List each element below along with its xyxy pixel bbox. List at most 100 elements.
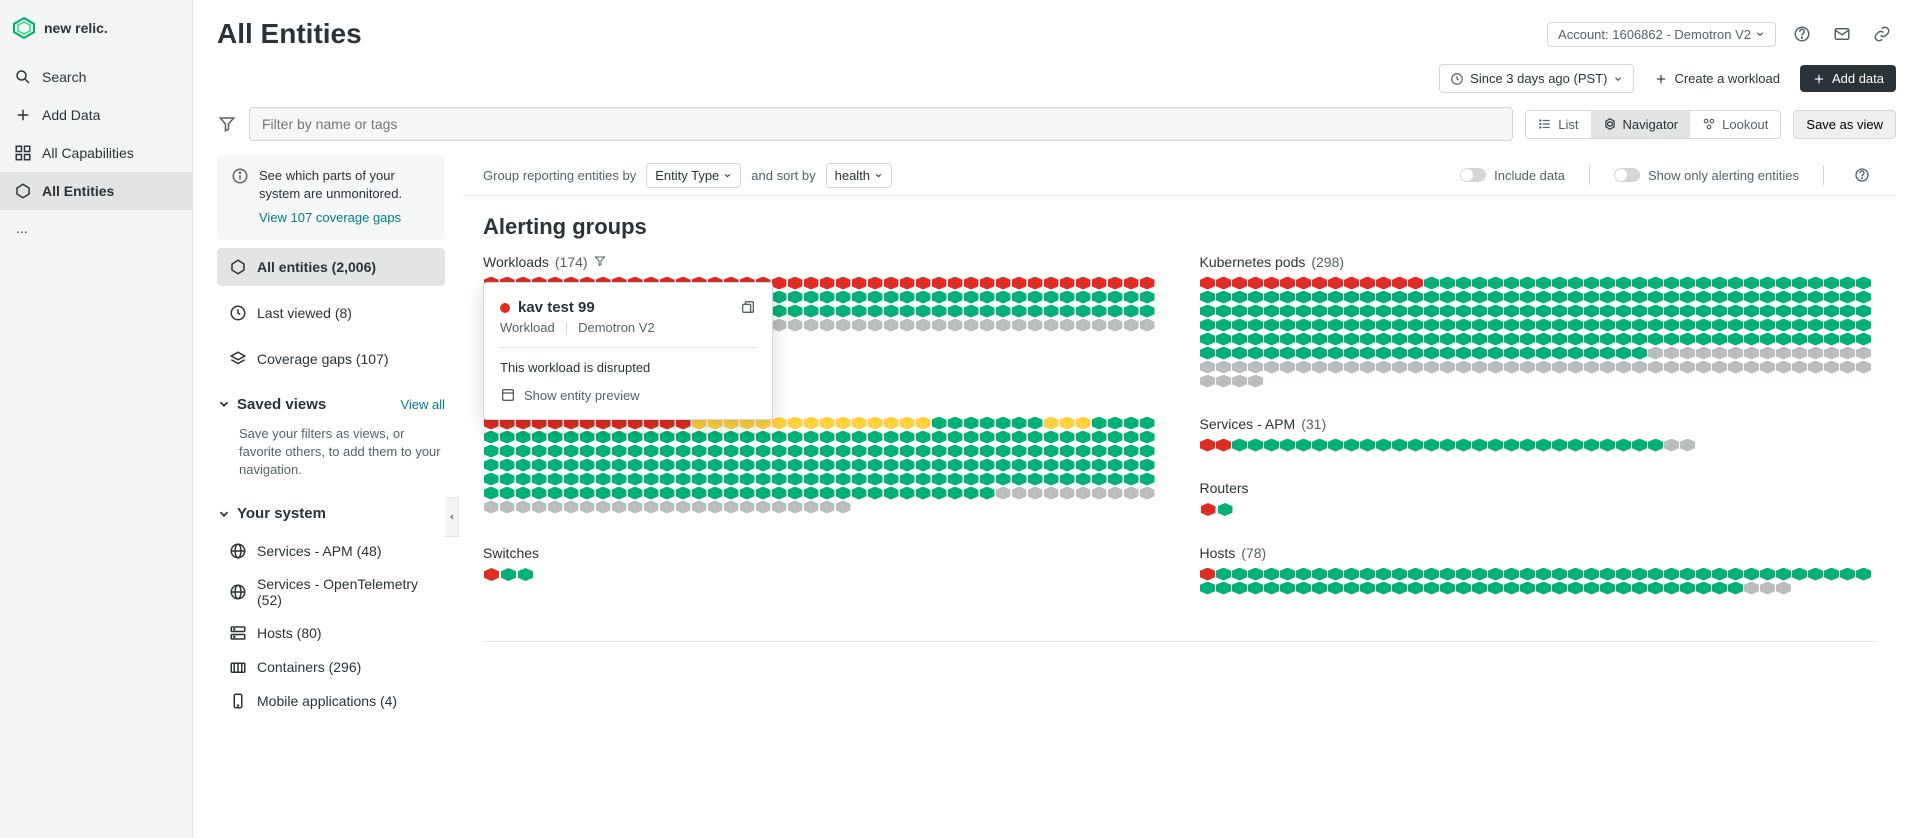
view-switch: List Navigator Lookout	[1525, 110, 1781, 139]
last-viewed-item[interactable]: Last viewed (8)	[217, 294, 445, 332]
topbar: All Entities Account: 1606862 - Demotron…	[193, 0, 1920, 62]
tooltip-scope: Demotron V2	[578, 320, 655, 335]
view-navigator[interactable]: Navigator	[1591, 111, 1691, 138]
lookout-icon	[1702, 117, 1716, 131]
hex-grid[interactable]	[1200, 567, 1877, 595]
divider	[1589, 165, 1590, 185]
right-column: Services - APM (31) Routers	[1200, 416, 1877, 517]
sidebar: new relic. Search Add Data All Capabilit…	[0, 0, 193, 838]
tooltip-sub: Workload | Demotron V2	[500, 320, 756, 335]
sys-containers[interactable]: Containers (296)	[217, 650, 445, 684]
status-dot	[500, 303, 510, 313]
divider	[1823, 165, 1824, 185]
hex-grid[interactable]	[1200, 502, 1877, 517]
filter-input[interactable]	[249, 107, 1513, 141]
sys-hosts[interactable]: Hosts (80)	[217, 616, 445, 650]
sidebar-all-entities[interactable]: All Entities	[0, 172, 192, 210]
time-range[interactable]: Since 3 days ago (PST)	[1439, 64, 1634, 93]
all-entities-item[interactable]: All entities (2,006)	[217, 248, 445, 286]
inbox-button[interactable]	[1828, 20, 1856, 48]
logo[interactable]: new relic.	[0, 10, 192, 58]
share-button[interactable]	[1868, 20, 1896, 48]
section-title: Saved views	[237, 396, 326, 413]
create-workload[interactable]: Create a workload	[1646, 65, 1788, 92]
sidebar-add-data[interactable]: Add Data	[0, 96, 192, 134]
server-icon	[229, 624, 247, 642]
groupbar-help[interactable]	[1848, 161, 1876, 189]
saved-views-header[interactable]: Saved views View all	[217, 386, 445, 417]
groupbar: Group reporting entities by Entity Type …	[463, 155, 1896, 196]
stack-icon	[229, 350, 247, 368]
main: All Entities Account: 1606862 - Demotron…	[193, 0, 1920, 838]
help-icon	[1854, 167, 1870, 183]
group-name: Routers	[1200, 480, 1249, 496]
sys-otel[interactable]: Services - OpenTelemetry (52)	[217, 568, 445, 616]
hex-grid[interactable]	[483, 567, 1160, 582]
create-label: Create a workload	[1674, 71, 1780, 86]
copy-button[interactable]	[740, 299, 756, 315]
view-all-link[interactable]: View all	[400, 397, 445, 412]
chevron-down-icon	[217, 397, 231, 411]
sys-mobile[interactable]: Mobile applications (4)	[217, 684, 445, 718]
group-filter[interactable]	[594, 255, 608, 269]
group-kpods: Kubernetes pods (298)	[1200, 254, 1877, 388]
sidebar-all-capabilities[interactable]: All Capabilities	[0, 134, 192, 172]
sidebar-search[interactable]: Search	[0, 58, 192, 96]
include-data-toggle[interactable]: Include data	[1460, 168, 1565, 183]
right-panel: Group reporting entities by Entity Type …	[463, 155, 1896, 814]
group-count: (298)	[1311, 254, 1344, 270]
divider	[483, 641, 1876, 642]
details-icon	[500, 387, 516, 403]
tooltip-title: kav test 99	[518, 299, 595, 316]
save-view-button[interactable]: Save as view	[1793, 110, 1896, 139]
plus-icon	[14, 106, 32, 124]
tooltip-type: Workload	[500, 320, 555, 335]
health-select[interactable]: health	[826, 163, 892, 188]
filter-button[interactable]	[217, 114, 237, 134]
sys-apm[interactable]: Services - APM (48)	[217, 534, 445, 568]
show-preview[interactable]: Show entity preview	[500, 387, 756, 403]
account-switcher[interactable]: Account: 1606862 - Demotron V2	[1547, 22, 1776, 47]
toggle-track	[1460, 168, 1486, 182]
group-name: Kubernetes pods	[1200, 254, 1306, 270]
your-system-list: Services - APM (48) Services - OpenTelem…	[217, 534, 445, 718]
view-list[interactable]: List	[1526, 111, 1590, 138]
collapse-panel[interactable]	[445, 497, 459, 537]
group-otel	[483, 416, 1160, 517]
chevron-down-icon	[1613, 74, 1623, 84]
item-label: Services - OpenTelemetry (52)	[257, 576, 433, 608]
entity-type-select[interactable]: Entity Type	[646, 163, 741, 188]
pill-label: Entity Type	[655, 168, 719, 183]
coverage-link[interactable]: View 107 coverage gaps	[259, 209, 431, 227]
view-lookout[interactable]: Lookout	[1690, 111, 1780, 138]
item-label: All entities (2,006)	[257, 259, 376, 275]
toggle-track	[1614, 168, 1640, 182]
help-button[interactable]	[1788, 20, 1816, 48]
top-actions: Account: 1606862 - Demotron V2	[1547, 20, 1896, 48]
your-system-header[interactable]: Your system	[217, 495, 445, 526]
tooltip-msg: This workload is disrupted	[500, 360, 756, 375]
left-panel: See which parts of your system are unmon…	[217, 155, 445, 718]
add-data-button[interactable]: Add data	[1800, 65, 1896, 92]
chevron-down-icon	[217, 507, 231, 521]
hex-grid[interactable]	[1200, 438, 1877, 452]
globe-icon	[229, 542, 247, 560]
sidebar-more[interactable]: ...	[0, 210, 192, 246]
saved-views-desc: Save your filters as views, or favorite …	[217, 425, 445, 488]
item-label: Coverage gaps (107)	[257, 351, 389, 367]
group-count: (174)	[555, 254, 588, 270]
coverage-gaps-item[interactable]: Coverage gaps (107)	[217, 340, 445, 378]
item-label: Mobile applications (4)	[257, 693, 397, 709]
group-hosts: Hosts (78)	[1200, 545, 1877, 595]
hex-grid[interactable]	[483, 416, 1160, 514]
hex-grid[interactable]	[1200, 276, 1877, 388]
group-workloads: Workloads (174) kav test 99	[483, 254, 1160, 388]
alerting-only-toggle[interactable]: Show only alerting entities	[1614, 168, 1799, 183]
grid-icon	[14, 144, 32, 162]
help-icon	[1793, 25, 1811, 43]
group-name: Services - APM	[1200, 416, 1296, 432]
sortby-label: and sort by	[751, 168, 815, 183]
account-label: Account: 1606862 - Demotron V2	[1558, 27, 1751, 42]
navigator-icon	[1603, 117, 1617, 131]
toolbar: Since 3 days ago (PST) Create a workload…	[193, 62, 1920, 107]
